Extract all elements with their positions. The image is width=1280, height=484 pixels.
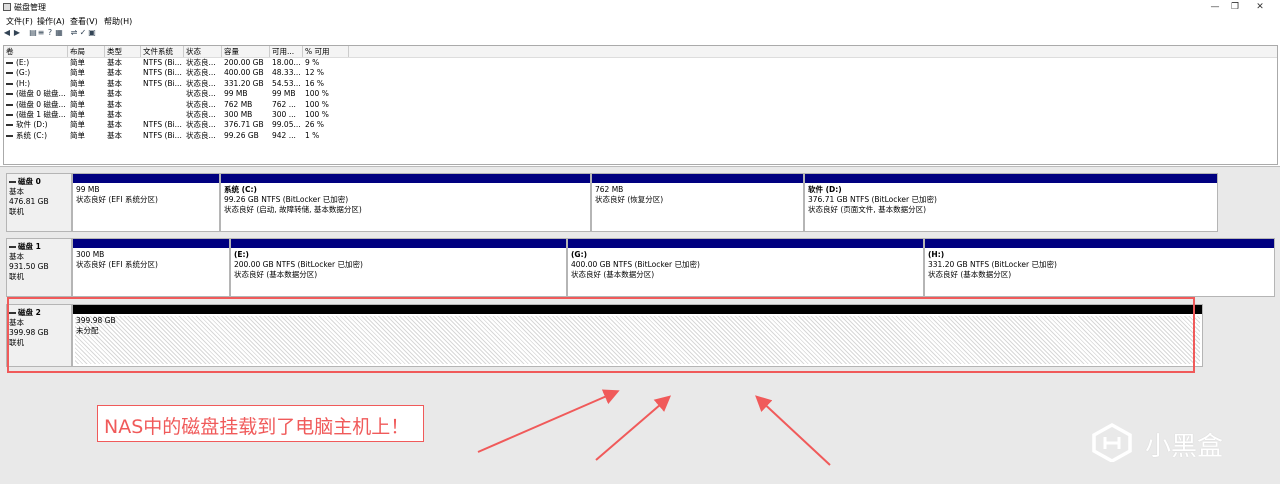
annotation-text: NAS中的磁盘挂载到了电脑主机上！ <box>104 416 410 438</box>
heybox-logo-icon <box>1092 422 1132 462</box>
arrow-middle <box>595 395 672 461</box>
arrow-left <box>477 389 620 453</box>
annotation-box: NAS中的磁盘挂载到了电脑主机上！ <box>97 405 424 442</box>
watermark: 小黑盒 <box>1090 422 1260 462</box>
arrow-right <box>755 395 831 466</box>
watermark-text: 小黑盒 <box>1145 432 1224 462</box>
